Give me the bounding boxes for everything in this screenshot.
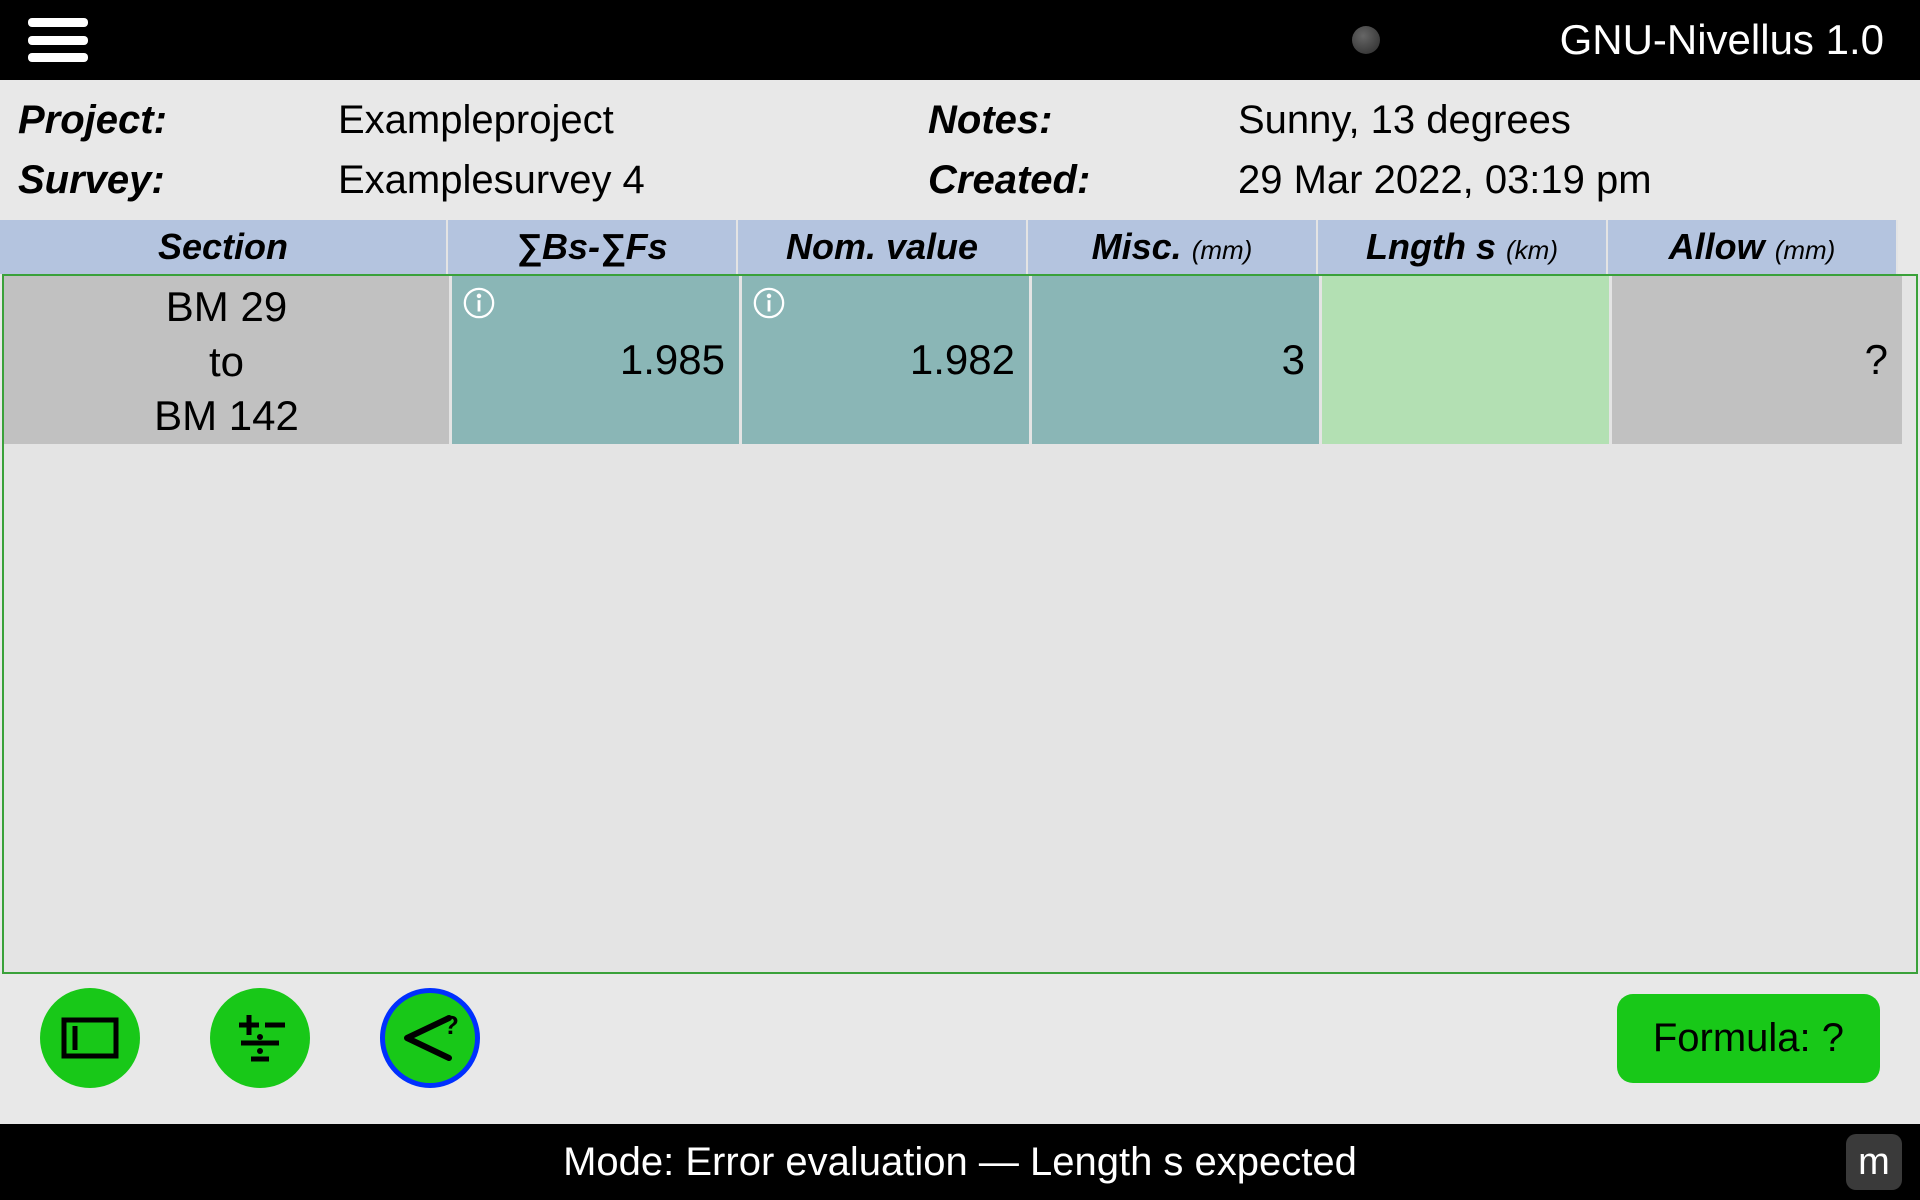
status-bar: Mode: Error evaluation — Length s expect… — [0, 1124, 1920, 1200]
unit-toggle-button[interactable]: m — [1846, 1134, 1902, 1190]
col-allow: Allow (mm) — [1608, 220, 1898, 274]
record-mode-button[interactable] — [40, 988, 140, 1088]
col-length-unit: (km) — [1506, 235, 1558, 265]
menu-icon[interactable] — [28, 18, 88, 62]
cell-bs-fs[interactable]: 1.985 — [452, 276, 742, 446]
section-to: BM 142 — [154, 389, 299, 444]
table-header-row: Section ∑Bs-∑Fs Nom. value Misc. (mm) Ln… — [0, 220, 1920, 274]
col-length: Lngth s (km) — [1318, 220, 1608, 274]
col-section: Section — [0, 220, 448, 274]
cell-nom[interactable]: 1.982 — [742, 276, 1032, 446]
info-panel: Project: Exampleproject Notes: Sunny, 13… — [0, 80, 1920, 220]
info-icon[interactable] — [752, 282, 786, 316]
cell-length[interactable] — [1322, 276, 1612, 446]
formula-button[interactable]: Formula: ? — [1617, 994, 1880, 1083]
notes-value: Sunny, 13 degrees — [1238, 90, 1902, 150]
cell-allow-value: ? — [1865, 336, 1888, 384]
toolbar: ? Formula: ? — [0, 974, 1920, 1102]
col-allow-label: Allow — [1669, 226, 1765, 267]
project-value: Exampleproject — [338, 90, 928, 150]
col-bs-fs: ∑Bs-∑Fs — [448, 220, 738, 274]
evaluate-mode-button[interactable]: ? — [380, 988, 480, 1088]
section-to-word: to — [209, 335, 244, 390]
cell-bs-fs-value: 1.985 — [620, 336, 725, 384]
table-body: BM 29 to BM 142 1.985 1.982 3 ? — [2, 274, 1918, 974]
status-led-icon — [1352, 26, 1380, 54]
col-nom: Nom. value — [738, 220, 1028, 274]
col-misc-label: Misc. — [1092, 226, 1182, 267]
top-bar: GNU-Nivellus 1.0 — [0, 0, 1920, 80]
mode-buttons: ? — [40, 988, 480, 1088]
app-title: GNU-Nivellus 1.0 — [1560, 16, 1884, 64]
topbar-right: GNU-Nivellus 1.0 — [1352, 16, 1884, 64]
col-misc-unit: (mm) — [1192, 235, 1253, 265]
cell-misc-value: 3 — [1282, 336, 1305, 384]
svg-text:?: ? — [443, 1010, 459, 1040]
cell-misc[interactable]: 3 — [1032, 276, 1322, 446]
status-text: Mode: Error evaluation — Length s expect… — [563, 1140, 1357, 1185]
survey-label: Survey: — [18, 150, 338, 210]
survey-value: Examplesurvey 4 — [338, 150, 928, 210]
table-row: BM 29 to BM 142 1.985 1.982 3 ? — [4, 276, 1916, 446]
col-length-label: Lngth s — [1366, 226, 1496, 267]
cell-nom-value: 1.982 — [910, 336, 1015, 384]
col-allow-unit: (mm) — [1775, 235, 1836, 265]
created-label: Created: — [928, 150, 1238, 210]
notes-label: Notes: — [928, 90, 1238, 150]
info-icon[interactable] — [462, 282, 496, 316]
section-from: BM 29 — [166, 280, 287, 335]
col-misc: Misc. (mm) — [1028, 220, 1318, 274]
cell-section[interactable]: BM 29 to BM 142 — [4, 276, 452, 446]
project-label: Project: — [18, 90, 338, 150]
created-value: 29 Mar 2022, 03:19 pm — [1238, 150, 1902, 210]
calc-mode-button[interactable] — [210, 988, 310, 1088]
cell-allow[interactable]: ? — [1612, 276, 1902, 446]
